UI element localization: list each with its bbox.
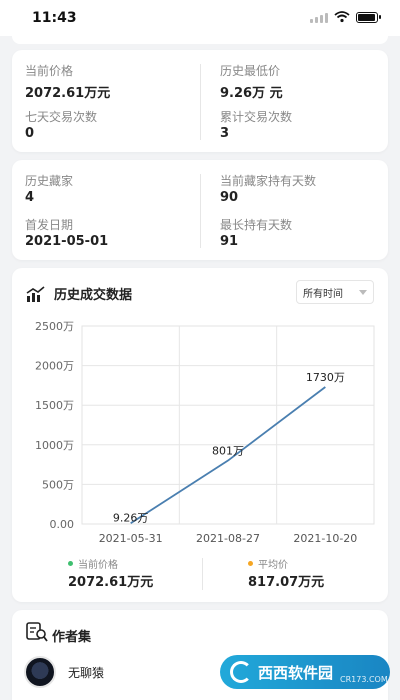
watermark-sub: CR173.COM xyxy=(340,675,388,684)
stats-divider xyxy=(200,174,201,248)
y-tick-label: 1000万 xyxy=(35,439,74,452)
total-trades-value: 3 xyxy=(220,126,230,141)
longest-hold-label: 最长持有天数 xyxy=(220,218,293,232)
watermark-logo-icon xyxy=(230,661,252,683)
x-tick-label: 2021-05-31 xyxy=(99,532,163,545)
x-tick-label: 2021-10-20 xyxy=(293,532,357,545)
legend-average-dot xyxy=(248,561,253,566)
trade-history-card: 历史成交数据 所有时间 0.00 500万 1000万 1500万 2000万 2500万… xyxy=(12,268,388,602)
first-date-value: 2021-05-01 xyxy=(25,234,109,249)
collector-stats-card: 历史藏家 4 首发日期 2021-05-01 当前藏家持有天数 90 最长持有天… xyxy=(12,160,388,260)
stats-divider xyxy=(200,64,201,140)
longest-hold-value: 91 xyxy=(220,234,239,249)
y-tick-label: 1500万 xyxy=(35,399,74,412)
author-avatar[interactable] xyxy=(24,656,56,688)
battery-icon xyxy=(356,11,381,23)
author-name[interactable]: 无聊猿 xyxy=(68,664,104,681)
y-tick-label: 500万 xyxy=(42,478,74,491)
legend-current-value: 2072.61万元 xyxy=(68,575,154,590)
status-time: 11:43 xyxy=(32,10,77,26)
current-price-label: 当前价格 xyxy=(25,64,74,78)
status-icons xyxy=(310,11,381,23)
author-search-icon xyxy=(26,622,48,642)
plot-frame xyxy=(81,325,375,525)
seven-day-trades-value: 0 xyxy=(25,126,35,141)
point-label: 9.26万 xyxy=(113,511,149,524)
status-bar: 11:43 xyxy=(0,0,400,36)
legend-current: 当前价格 xyxy=(68,556,118,571)
current-holder-days-label: 当前藏家持有天数 xyxy=(220,174,317,188)
chart-title-row: 历史成交数据 xyxy=(26,284,132,303)
history-collectors-label: 历史藏家 xyxy=(25,174,74,188)
time-range-value: 所有时间 xyxy=(303,288,343,300)
legend-current-dot xyxy=(68,561,73,566)
legend-average-value: 817.07万元 xyxy=(248,575,325,590)
wifi-icon xyxy=(334,11,350,23)
price-stats-card: 当前价格 2072.61万元 七天交易次数 0 历史最低价 9.26万 元 累计… xyxy=(12,50,388,152)
point-label: 801万 xyxy=(212,445,244,458)
lowest-price-label: 历史最低价 xyxy=(220,64,281,78)
site-watermark: 西西软件园 CR173.COM xyxy=(220,655,390,689)
current-price-value: 2072.61万元 xyxy=(25,86,111,101)
first-date-label: 首发日期 xyxy=(25,218,74,232)
cellular-signal-icon xyxy=(310,12,328,23)
lowest-price-value: 9.26万 元 xyxy=(220,86,283,101)
legend-average: 平均价 xyxy=(248,556,288,571)
history-collectors-value: 4 xyxy=(25,190,35,205)
seven-day-trades-label: 七天交易次数 xyxy=(25,110,98,124)
y-tick-label: 0.00 xyxy=(50,518,75,531)
chevron-down-icon xyxy=(359,290,367,295)
x-tick-label: 2021-08-27 xyxy=(196,532,260,545)
legend-average-label: 平均价 xyxy=(258,560,288,571)
y-tick-label: 2000万 xyxy=(35,360,74,373)
total-trades-label: 累计交易次数 xyxy=(220,110,293,124)
top-card-edge xyxy=(12,36,388,44)
watermark-text: 西西软件园 xyxy=(258,663,334,682)
current-holder-days-value: 90 xyxy=(220,190,239,205)
chart-title: 历史成交数据 xyxy=(54,288,133,303)
author-section-title: 作者集 xyxy=(52,630,92,645)
legend-divider xyxy=(202,558,203,590)
bar-chart-icon xyxy=(26,285,45,302)
legend-current-label: 当前价格 xyxy=(78,560,118,571)
price-line-chart: 0.00 500万 1000万 1500万 2000万 2500万 2021-05-31 20… xyxy=(35,320,375,545)
point-label: 1730万 xyxy=(306,371,345,384)
y-tick-label: 2500万 xyxy=(35,320,74,333)
time-range-select[interactable]: 所有时间 xyxy=(296,280,374,304)
